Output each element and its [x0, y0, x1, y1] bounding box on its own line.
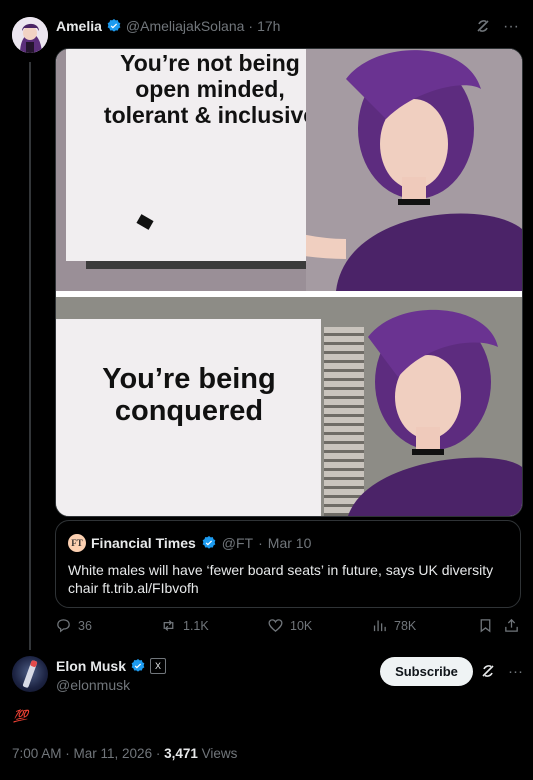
bookmark-icon [480, 619, 491, 633]
author-name[interactable]: Amelia [56, 18, 102, 34]
heart-icon [268, 619, 283, 632]
quoted-author-name[interactable]: Financial Times [91, 535, 196, 551]
reply-views-label: Views [201, 746, 238, 761]
grok-icon[interactable] [475, 18, 491, 39]
reply-metadata: 7:00 AM · Mar 11, 2026 · 3,471 Views [12, 746, 237, 761]
more-icon[interactable]: ··· [503, 18, 519, 39]
meme-bottom-panel: You’re being conquered [56, 297, 522, 516]
author-handle[interactable]: @AmeliajakSolana [126, 18, 245, 34]
post-header: Amelia @AmeliajakSolana · 17h [56, 18, 280, 34]
avatar[interactable] [12, 656, 48, 692]
grok-icon[interactable] [480, 663, 496, 683]
meme-top-text: You’re not being open minded, tolerant &… [103, 50, 317, 128]
repost-icon [163, 620, 174, 631]
reply-header: Elon Musk X [56, 658, 167, 674]
subscribe-button[interactable]: Subscribe [380, 657, 473, 686]
reply-time[interactable]: 7:00 AM · Mar 11, 2026 · [12, 746, 160, 761]
quoted-author-handle[interactable]: @FT [222, 535, 253, 551]
reply-count: 36 [78, 618, 92, 633]
dot-separator: · [258, 535, 263, 551]
repost-count: 1.1K [183, 618, 209, 633]
reply-views-count: 3,471 [164, 746, 198, 761]
avatar-illustration [12, 17, 48, 53]
reply-button[interactable]: 36 [55, 617, 92, 634]
x-affiliate-badge: X [150, 658, 167, 674]
woman-illustration [348, 309, 522, 516]
author-name[interactable]: Elon Musk [56, 658, 126, 674]
post-action-bar: 36 1.1K 10K 78K [55, 617, 521, 637]
reply-icon [57, 619, 70, 633]
repost-button[interactable]: 1.1K [160, 617, 209, 634]
quoted-date: Mar 10 [267, 535, 312, 551]
meme-top-panel: You’re not being open minded, tolerant &… [56, 49, 522, 291]
avatar[interactable] [12, 17, 48, 53]
avatar-illustration [22, 660, 38, 688]
quoted-text: White males will have ‘fewer board seats… [68, 562, 494, 596]
verified-icon [202, 536, 216, 549]
share-icon [505, 618, 518, 632]
post-media[interactable]: You’re not being open minded, tolerant &… [55, 48, 523, 517]
thread-line [29, 62, 31, 650]
post-top-actions: ··· [475, 18, 519, 39]
meme-bottom-text: You’re being conquered [102, 363, 276, 428]
views-icon [373, 620, 386, 632]
like-button[interactable]: 10K [267, 617, 312, 634]
reply-top-actions: ··· [480, 663, 523, 683]
post-age[interactable]: 17h [257, 18, 280, 34]
views-button[interactable]: 78K [371, 617, 416, 634]
bookmark-button[interactable] [477, 617, 494, 634]
like-count: 10K [290, 618, 313, 633]
ft-logo: FT [68, 534, 86, 552]
quoted-post[interactable]: FT Financial Times @FT · Mar 10 White ma… [55, 520, 521, 608]
dot-separator: · [248, 18, 254, 34]
share-button[interactable] [503, 617, 520, 634]
views-count: 78K [394, 618, 417, 633]
quoted-post-header: FT Financial Times @FT · Mar 10 [68, 534, 311, 552]
verified-icon [131, 659, 145, 672]
verified-icon [107, 19, 121, 32]
author-handle[interactable]: @elonmusk [56, 677, 130, 693]
woman-illustration [306, 49, 522, 291]
more-icon[interactable]: ··· [508, 663, 523, 683]
reply-text: 💯 [13, 709, 28, 723]
